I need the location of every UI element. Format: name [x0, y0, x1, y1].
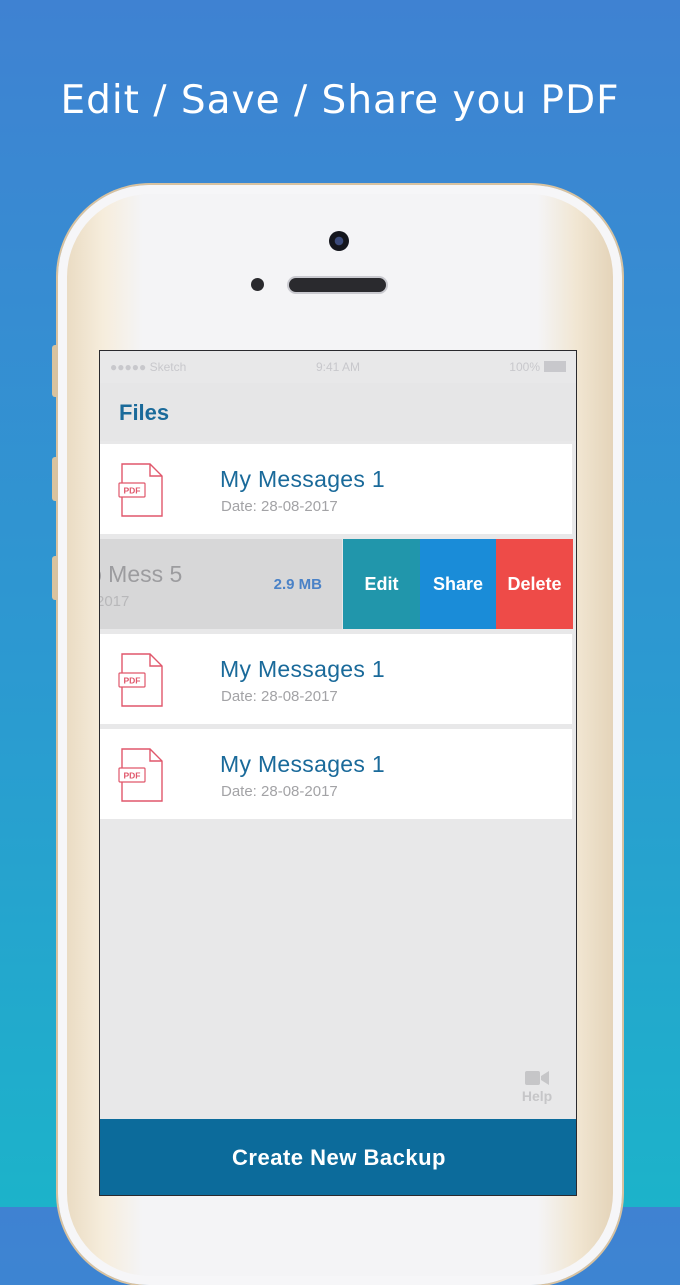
battery-percent: 100% [509, 360, 540, 374]
edit-button[interactable]: Edit [343, 539, 420, 629]
help-label: Help [521, 1088, 553, 1104]
help-button[interactable]: Help [517, 1069, 557, 1104]
pdf-file-icon: PDF [118, 748, 163, 802]
pdf-icon-label: PDF [124, 771, 141, 781]
pdf-file-icon: PDF [118, 653, 163, 707]
page-title: Files [119, 400, 170, 425]
file-row[interactable]: PDF My Messages 1 Date: 28-08-2017 [100, 729, 572, 819]
file-row[interactable]: PDF My Messages 1 Date: 28-08-2017 [100, 634, 572, 724]
proximity-sensor [251, 278, 264, 291]
headline: Edit / Save / Share you PDF [60, 78, 620, 123]
phone-screen: ●●●●● Sketch 9:41 AM 100% Files PDF My M… [99, 350, 577, 1196]
status-bar: ●●●●● Sketch 9:41 AM 100% [100, 351, 576, 383]
swiped-file-row[interactable]: p Mess 5 2017 2.9 MB Edit Share Delete [100, 539, 573, 629]
navigation-bar: Files [100, 383, 576, 441]
pdf-icon-label: PDF [124, 486, 141, 496]
pdf-icon-label: PDF [124, 676, 141, 686]
file-row[interactable]: PDF My Messages 1 Date: 28-08-2017 [100, 444, 572, 534]
file-date: Date: 28-08-2017 [221, 688, 338, 705]
file-name: My Messages 1 [220, 656, 385, 682]
file-name: My Messages 1 [220, 751, 385, 777]
create-new-backup-button[interactable]: Create New Backup [100, 1119, 576, 1195]
swiped-file-content[interactable]: p Mess 5 2017 2.9 MB [100, 539, 342, 629]
file-name: My Messages 1 [220, 466, 385, 492]
file-date: 2017 [100, 593, 130, 610]
file-size: 2.9 MB [273, 576, 322, 593]
delete-button[interactable]: Delete [496, 539, 573, 629]
battery-status: 100% [509, 360, 566, 374]
file-date: Date: 28-08-2017 [221, 783, 338, 800]
share-button[interactable]: Share [420, 539, 496, 629]
file-date: Date: 28-08-2017 [221, 498, 338, 515]
video-camera-icon [525, 1071, 549, 1085]
front-camera [329, 231, 349, 251]
battery-icon [544, 361, 566, 372]
pdf-file-icon: PDF [118, 463, 163, 517]
status-time: 9:41 AM [315, 360, 361, 374]
earpiece-speaker [289, 278, 386, 292]
file-name: p Mess 5 [100, 561, 183, 587]
